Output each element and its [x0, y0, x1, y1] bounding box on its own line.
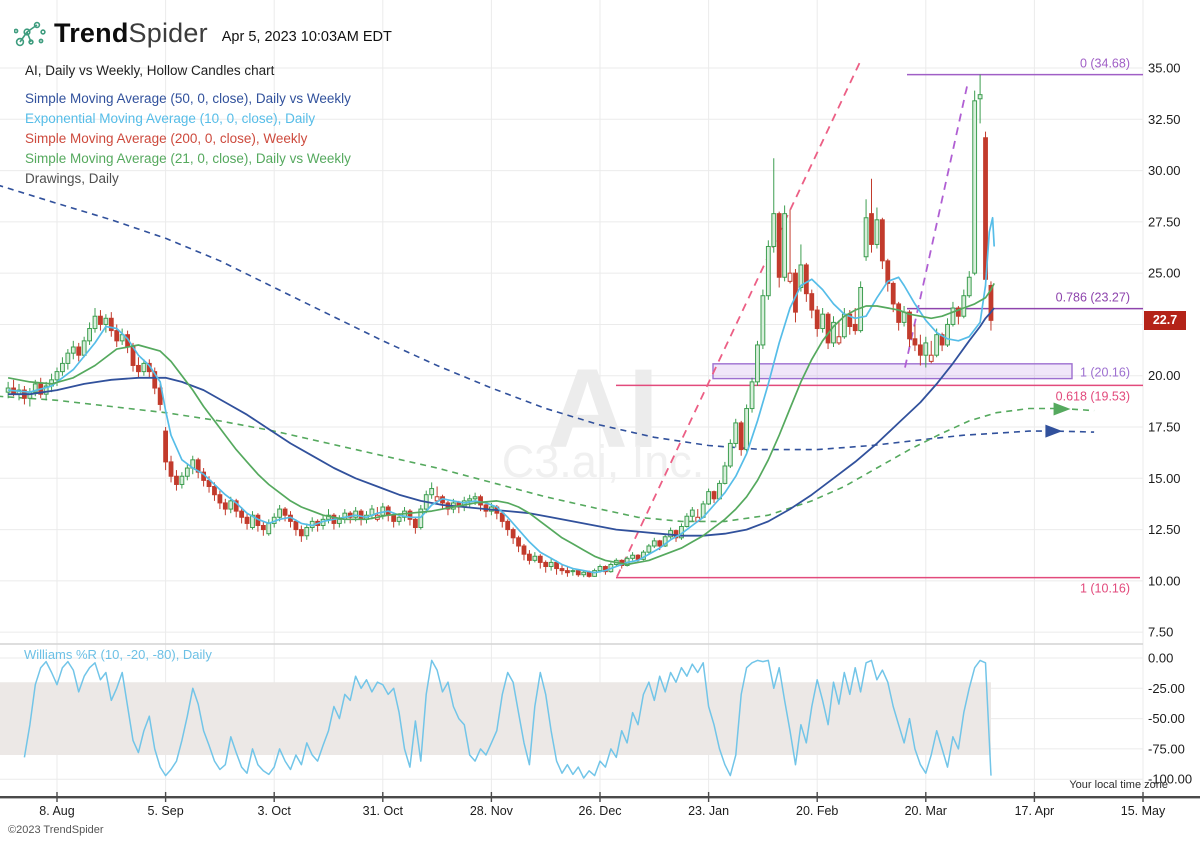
- indicator-axis-label: -25.00: [1148, 681, 1185, 696]
- brand-logo[interactable]: TrendSpider: [54, 18, 208, 49]
- fib-label: 1 (20.16): [1080, 365, 1130, 379]
- legend-item-ema10[interactable]: Exponential Moving Average (10, 0, close…: [25, 109, 351, 129]
- price-axis-label: 30.00: [1148, 163, 1181, 178]
- svg-text:C3.ai, Inc.: C3.ai, Inc.: [502, 436, 705, 487]
- price-axis-label: 27.50: [1148, 214, 1181, 229]
- price-axis-label: 32.50: [1148, 112, 1181, 127]
- price-axis-label: 20.00: [1148, 368, 1181, 383]
- price-axis-label: 35.00: [1148, 61, 1181, 76]
- x-axis-label: 31. Oct: [363, 804, 404, 818]
- price-axis-label: 7.50: [1148, 625, 1173, 640]
- x-axis-label: 20. Feb: [796, 804, 838, 818]
- legend-item-sma50[interactable]: Simple Moving Average (50, 0, close), Da…: [25, 89, 351, 109]
- trendspider-molecule-icon: [14, 19, 48, 49]
- x-axis-label: 20. Mar: [905, 804, 947, 818]
- williams-r-legend[interactable]: Williams %R (10, -20, -80), Daily: [24, 647, 212, 662]
- last-price-badge: 22.7: [1144, 311, 1186, 330]
- indicator-axis-label: -50.00: [1148, 711, 1185, 726]
- legend-item-sma21[interactable]: Simple Moving Average (21, 0, close), Da…: [25, 149, 351, 169]
- timezone-note[interactable]: Your local time zone: [1069, 779, 1168, 791]
- fib-levels: 0 (34.68) 0.786 (23.27) 1 (20.16) 0.618 (19…: [616, 57, 1143, 596]
- x-axis-label: 26. Dec: [578, 804, 621, 818]
- copyright-label: ©2023 TrendSpider: [8, 824, 104, 836]
- sma-21-weekly-arrow: [1054, 402, 1071, 415]
- price-axis-label: 10.00: [1148, 573, 1181, 588]
- legend-item-sma200[interactable]: Simple Moving Average (200, 0, close), W…: [25, 129, 351, 149]
- price-axis-label: 17.50: [1148, 420, 1181, 435]
- x-axis-label: 8. Aug: [39, 804, 74, 818]
- chart-title: AI, Daily vs Weekly, Hollow Candles char…: [25, 63, 274, 78]
- fib-label: 0 (34.68): [1080, 57, 1130, 71]
- fib-zone-box: [713, 364, 1072, 379]
- fib-label: 0.786 (23.27): [1056, 291, 1130, 305]
- indicator-axis-label: -75.00: [1148, 741, 1185, 756]
- x-axis-label: 28. Nov: [470, 804, 514, 818]
- x-axis-label: 3. Oct: [258, 804, 292, 818]
- watermark: AIC3.ai, Inc.: [502, 346, 705, 487]
- brand-light: Spider: [129, 18, 208, 48]
- chart-datetime: Apr 5, 2023 10:03AM EDT: [222, 29, 392, 45]
- indicator-legend: Simple Moving Average (50, 0, close), Da…: [25, 89, 351, 189]
- price-axis-label: 12.50: [1148, 522, 1181, 537]
- x-axis-label: 23. Jan: [688, 804, 729, 818]
- trendline-drawings: [617, 58, 967, 577]
- trendspider-chart-page: AIC3.ai, Inc. 0 (34.68) 0.786 (23.27) 1 (20…: [0, 0, 1200, 841]
- brand-bold: Trend: [54, 18, 129, 48]
- price-axis-label: 25.00: [1148, 266, 1181, 281]
- indicator-axis-label: 0.00: [1148, 651, 1173, 666]
- legend-item-drawings[interactable]: Drawings, Daily: [25, 169, 351, 189]
- price-axis-label: 15.00: [1148, 471, 1181, 486]
- fib-label: 0.618 (19.53): [1056, 389, 1130, 403]
- x-axis-label: 5. Sep: [148, 804, 184, 818]
- app-header: TrendSpider Apr 5, 2023 10:03AM EDT: [14, 18, 392, 49]
- x-axis-label: 17. Apr: [1015, 804, 1055, 818]
- x-axis-label: 15. May: [1121, 804, 1166, 818]
- fib-label: 1 (10.16): [1080, 582, 1130, 596]
